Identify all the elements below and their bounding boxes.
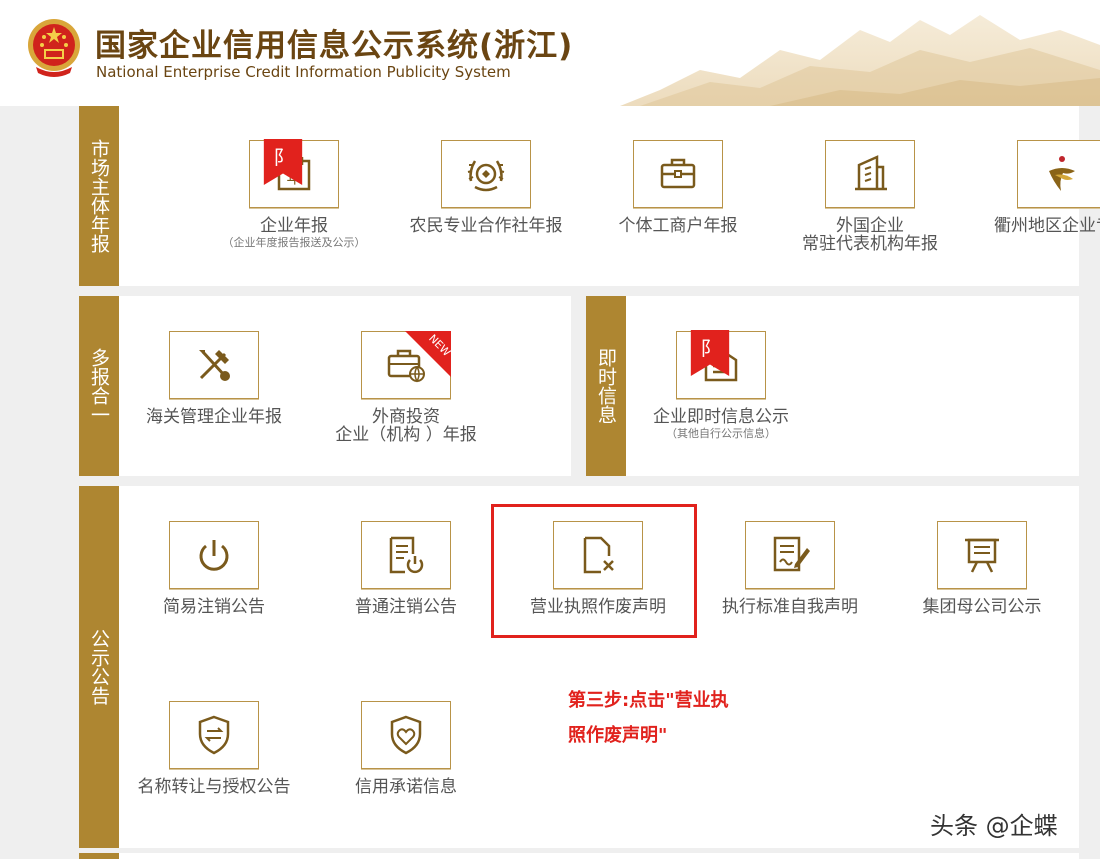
next-section-panel-edge xyxy=(119,853,1079,859)
cooperative-annual-report-button[interactable]: 农民专业合作社年报 xyxy=(396,140,576,236)
document-pen-icon xyxy=(773,536,810,572)
briefcase-icon xyxy=(660,158,696,189)
highlight-box xyxy=(491,504,697,638)
instant-info-publicity-label: 企业即时信息公示 xyxy=(653,407,789,427)
multi-report-panel: 多报合一 海关管理企业年报 NEW 外商投资 企业（机构 ）年报 xyxy=(79,296,571,476)
foreign-representative-label-line2: 常驻代表机构年报 xyxy=(802,234,938,254)
simple-deregistration-notice-label: 简易注销公告 xyxy=(163,597,265,617)
simple-deregistration-notice-button[interactable]: 简易注销公告 xyxy=(124,521,304,617)
power-icon xyxy=(199,540,229,571)
site-header: 国家企业信用信息公示系统(浙江) National Enterprise Cre… xyxy=(0,0,1100,106)
general-deregistration-notice-button[interactable]: 普通注销公告 xyxy=(316,521,496,617)
watermark: 头条 @企蝶 xyxy=(930,812,1058,840)
section-label-instant: 即时信息 xyxy=(586,296,626,476)
group-parent-company-publicity-label: 集团母公司公示 xyxy=(922,597,1042,617)
section-label-notice: 公示公告 xyxy=(79,486,119,848)
customs-enterprise-annual-report-button[interactable]: 海关管理企业年报 xyxy=(124,331,304,427)
customs-enterprise-annual-report-label: 海关管理企业年报 xyxy=(146,407,282,427)
bookmark-tag-icon: 阝 xyxy=(690,330,730,376)
shield-transfer-icon xyxy=(198,715,230,755)
section-label-market: 市场主体年报 xyxy=(79,106,119,286)
instant-info-panel: 即时信息 阝 企业即时信息公示 （其他自行公示信息） xyxy=(586,296,1079,476)
national-emblem-icon xyxy=(28,19,80,77)
section-label-multi: 多报合一 xyxy=(79,296,119,476)
svg-text:阝: 阝 xyxy=(700,337,719,360)
name-transfer-authorization-notice-label: 名称转让与授权公告 xyxy=(137,777,291,797)
foreign-investment-label-line1: 外商投资 xyxy=(372,407,440,427)
bookmark-tag-icon: 阝 xyxy=(263,139,303,185)
enterprise-annual-report-button[interactable]: 阝 年 企业年报 （企业年度报告报送及公示） xyxy=(204,139,384,250)
credit-commitment-info-button[interactable]: 信用承诺信息 xyxy=(316,701,496,797)
tools-icon xyxy=(199,350,230,381)
foreign-investment-label-line2: 企业（机构 ）年报 xyxy=(335,425,477,445)
svg-text:阝: 阝 xyxy=(273,146,292,169)
site-subtitle: National Enterprise Credit Information P… xyxy=(96,63,511,81)
market-annual-report-panel: 市场主体年报 阝 年 企业年报 （企业年度报告报送及公示） 农民专业合作社年报 … xyxy=(79,106,1100,286)
general-deregistration-notice-label: 普通注销公告 xyxy=(355,597,457,617)
enterprise-annual-report-label: 企业年报 xyxy=(260,216,328,236)
document-power-icon xyxy=(389,536,424,574)
shield-heart-icon xyxy=(390,715,422,755)
enterprise-annual-report-sublabel: （企业年度报告报送及公示） xyxy=(222,236,366,249)
foreign-investment-annual-report-button[interactable]: NEW 外商投资 企业（机构 ）年报 xyxy=(316,331,496,444)
standard-self-declaration-button[interactable]: 执行标准自我声明 xyxy=(700,521,880,617)
foreign-representative-annual-report-button[interactable]: 外国企业 常驻代表机构年报 xyxy=(780,140,960,253)
new-badge-icon: NEW xyxy=(405,331,451,377)
name-transfer-authorization-notice-button[interactable]: 名称转让与授权公告 xyxy=(124,701,304,797)
wheat-emblem-icon xyxy=(467,160,505,192)
step-annotation-line1: 第三步:点击"营业执 xyxy=(568,690,729,711)
quzhou-enterprise-report-label: 衢州地区企业专报 xyxy=(994,216,1100,236)
site-title: 国家企业信用信息公示系统(浙江) xyxy=(95,28,574,64)
mountain-background-art xyxy=(620,15,1100,106)
credit-commitment-info-label: 信用承诺信息 xyxy=(355,777,457,797)
quzhou-logo-icon xyxy=(1049,156,1075,191)
quzhou-enterprise-report-button[interactable]: 衢州地区企业专报 xyxy=(972,140,1100,236)
instant-info-publicity-button[interactable]: 阝 企业即时信息公示 （其他自行公示信息） xyxy=(631,330,811,441)
step-annotation-line2: 照作废声明" xyxy=(568,725,668,746)
next-section-label-edge xyxy=(79,853,119,859)
instant-info-publicity-sublabel: （其他自行公示信息） xyxy=(666,427,776,440)
group-parent-company-publicity-button[interactable]: 集团母公司公示 xyxy=(892,521,1072,617)
individual-business-annual-report-button[interactable]: 个体工商户年报 xyxy=(588,140,768,236)
board-icon xyxy=(965,538,999,573)
cooperative-annual-report-label: 农民专业合作社年报 xyxy=(409,216,563,236)
building-icon xyxy=(855,155,887,191)
individual-business-annual-report-label: 个体工商户年报 xyxy=(618,216,738,236)
standard-self-declaration-label: 执行标准自我声明 xyxy=(722,597,858,617)
step-annotation: 第三步:点击"营业执 照作废声明" xyxy=(568,683,768,753)
foreign-representative-label-line1: 外国企业 xyxy=(836,216,904,236)
